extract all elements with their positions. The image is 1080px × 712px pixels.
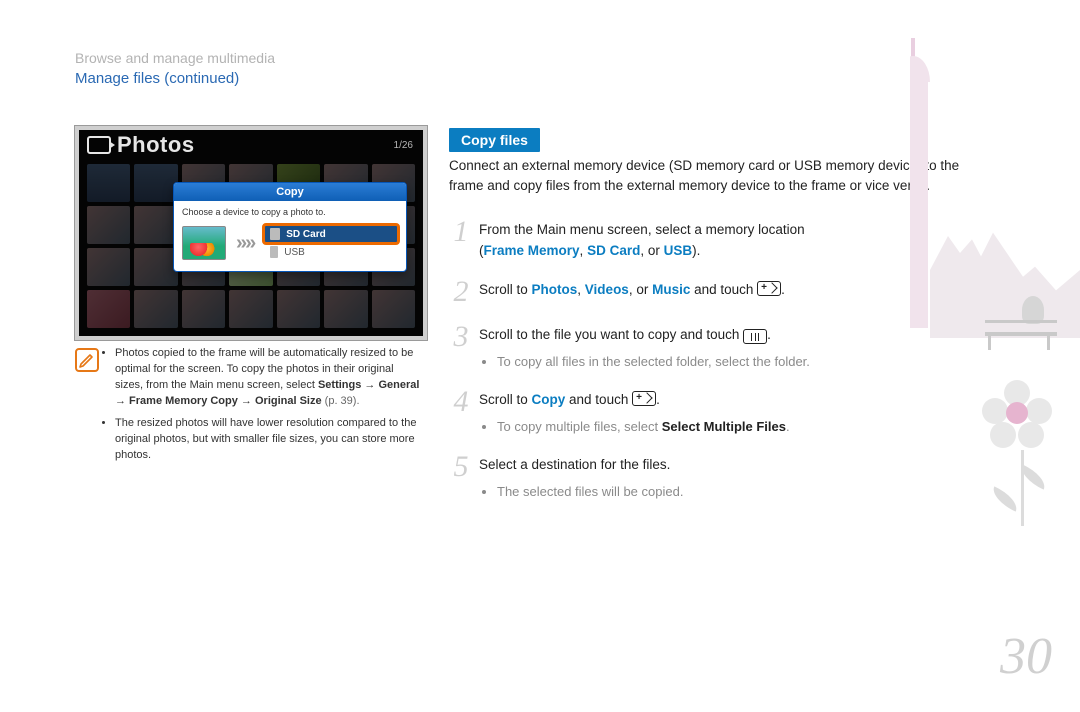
photos-icon bbox=[87, 136, 111, 154]
step-number: 3 bbox=[449, 322, 473, 372]
breadcrumb: Browse and manage multimedia bbox=[75, 50, 275, 66]
photo-counter: 1/26 bbox=[394, 140, 413, 151]
step-4: 4 Scroll to Copy and touch . To copy mul… bbox=[449, 390, 979, 437]
screenshot-title: Photos bbox=[87, 132, 195, 158]
step-number: 4 bbox=[449, 387, 473, 437]
note-icon bbox=[75, 348, 99, 372]
device-list: SD Card USB bbox=[264, 225, 398, 261]
step-3: 3 Scroll to the file you want to copy an… bbox=[449, 325, 979, 372]
note-item: Photos copied to the frame will be autom… bbox=[115, 346, 420, 410]
dialog-message: Choose a device to copy a photo to. bbox=[174, 201, 406, 221]
device-screenshot: Photos 1/26 Copy Choose a device to copy… bbox=[75, 126, 427, 340]
usb-icon bbox=[270, 246, 278, 258]
intro-text: Connect an external memory device (SD me… bbox=[449, 156, 973, 195]
sub-bullet: The selected files will be copied. bbox=[497, 482, 979, 502]
sub-bullet: To copy multiple files, select Select Mu… bbox=[497, 417, 979, 437]
page-number: 30 bbox=[1000, 627, 1052, 686]
step-5: 5 Select a destination for the files. Th… bbox=[449, 455, 979, 502]
option-usb[interactable]: USB bbox=[264, 243, 398, 261]
menu-button-icon bbox=[743, 329, 767, 344]
note-block: Photos copied to the frame will be autom… bbox=[75, 346, 420, 470]
section-title: Manage files (continued) bbox=[75, 70, 239, 87]
manual-page: Browse and manage multimedia Manage file… bbox=[0, 0, 1080, 712]
sub-bullet: To copy all files in the selected folder… bbox=[497, 352, 979, 372]
dialog-thumbnail bbox=[182, 226, 226, 260]
sd-card-icon bbox=[270, 228, 280, 240]
step-2: 2 Scroll to Photos, Videos, or Music and… bbox=[449, 280, 979, 307]
step-number: 2 bbox=[449, 277, 473, 307]
step-number: 5 bbox=[449, 452, 473, 502]
heading-copy-files: Copy files bbox=[449, 128, 540, 152]
option-sd-card[interactable]: SD Card bbox=[264, 225, 398, 243]
step-1: 1 From the Main menu screen, select a me… bbox=[449, 220, 979, 262]
step-list: 1 From the Main menu screen, select a me… bbox=[449, 220, 979, 520]
enter-button-icon bbox=[757, 281, 781, 296]
copy-dialog: Copy Choose a device to copy a photo to.… bbox=[173, 182, 407, 272]
step-number: 1 bbox=[449, 217, 473, 262]
dialog-title: Copy bbox=[174, 183, 406, 201]
arrows-icon: »» bbox=[236, 232, 254, 255]
enter-button-icon bbox=[632, 391, 656, 406]
note-item: The resized photos will have lower resol… bbox=[115, 416, 420, 464]
